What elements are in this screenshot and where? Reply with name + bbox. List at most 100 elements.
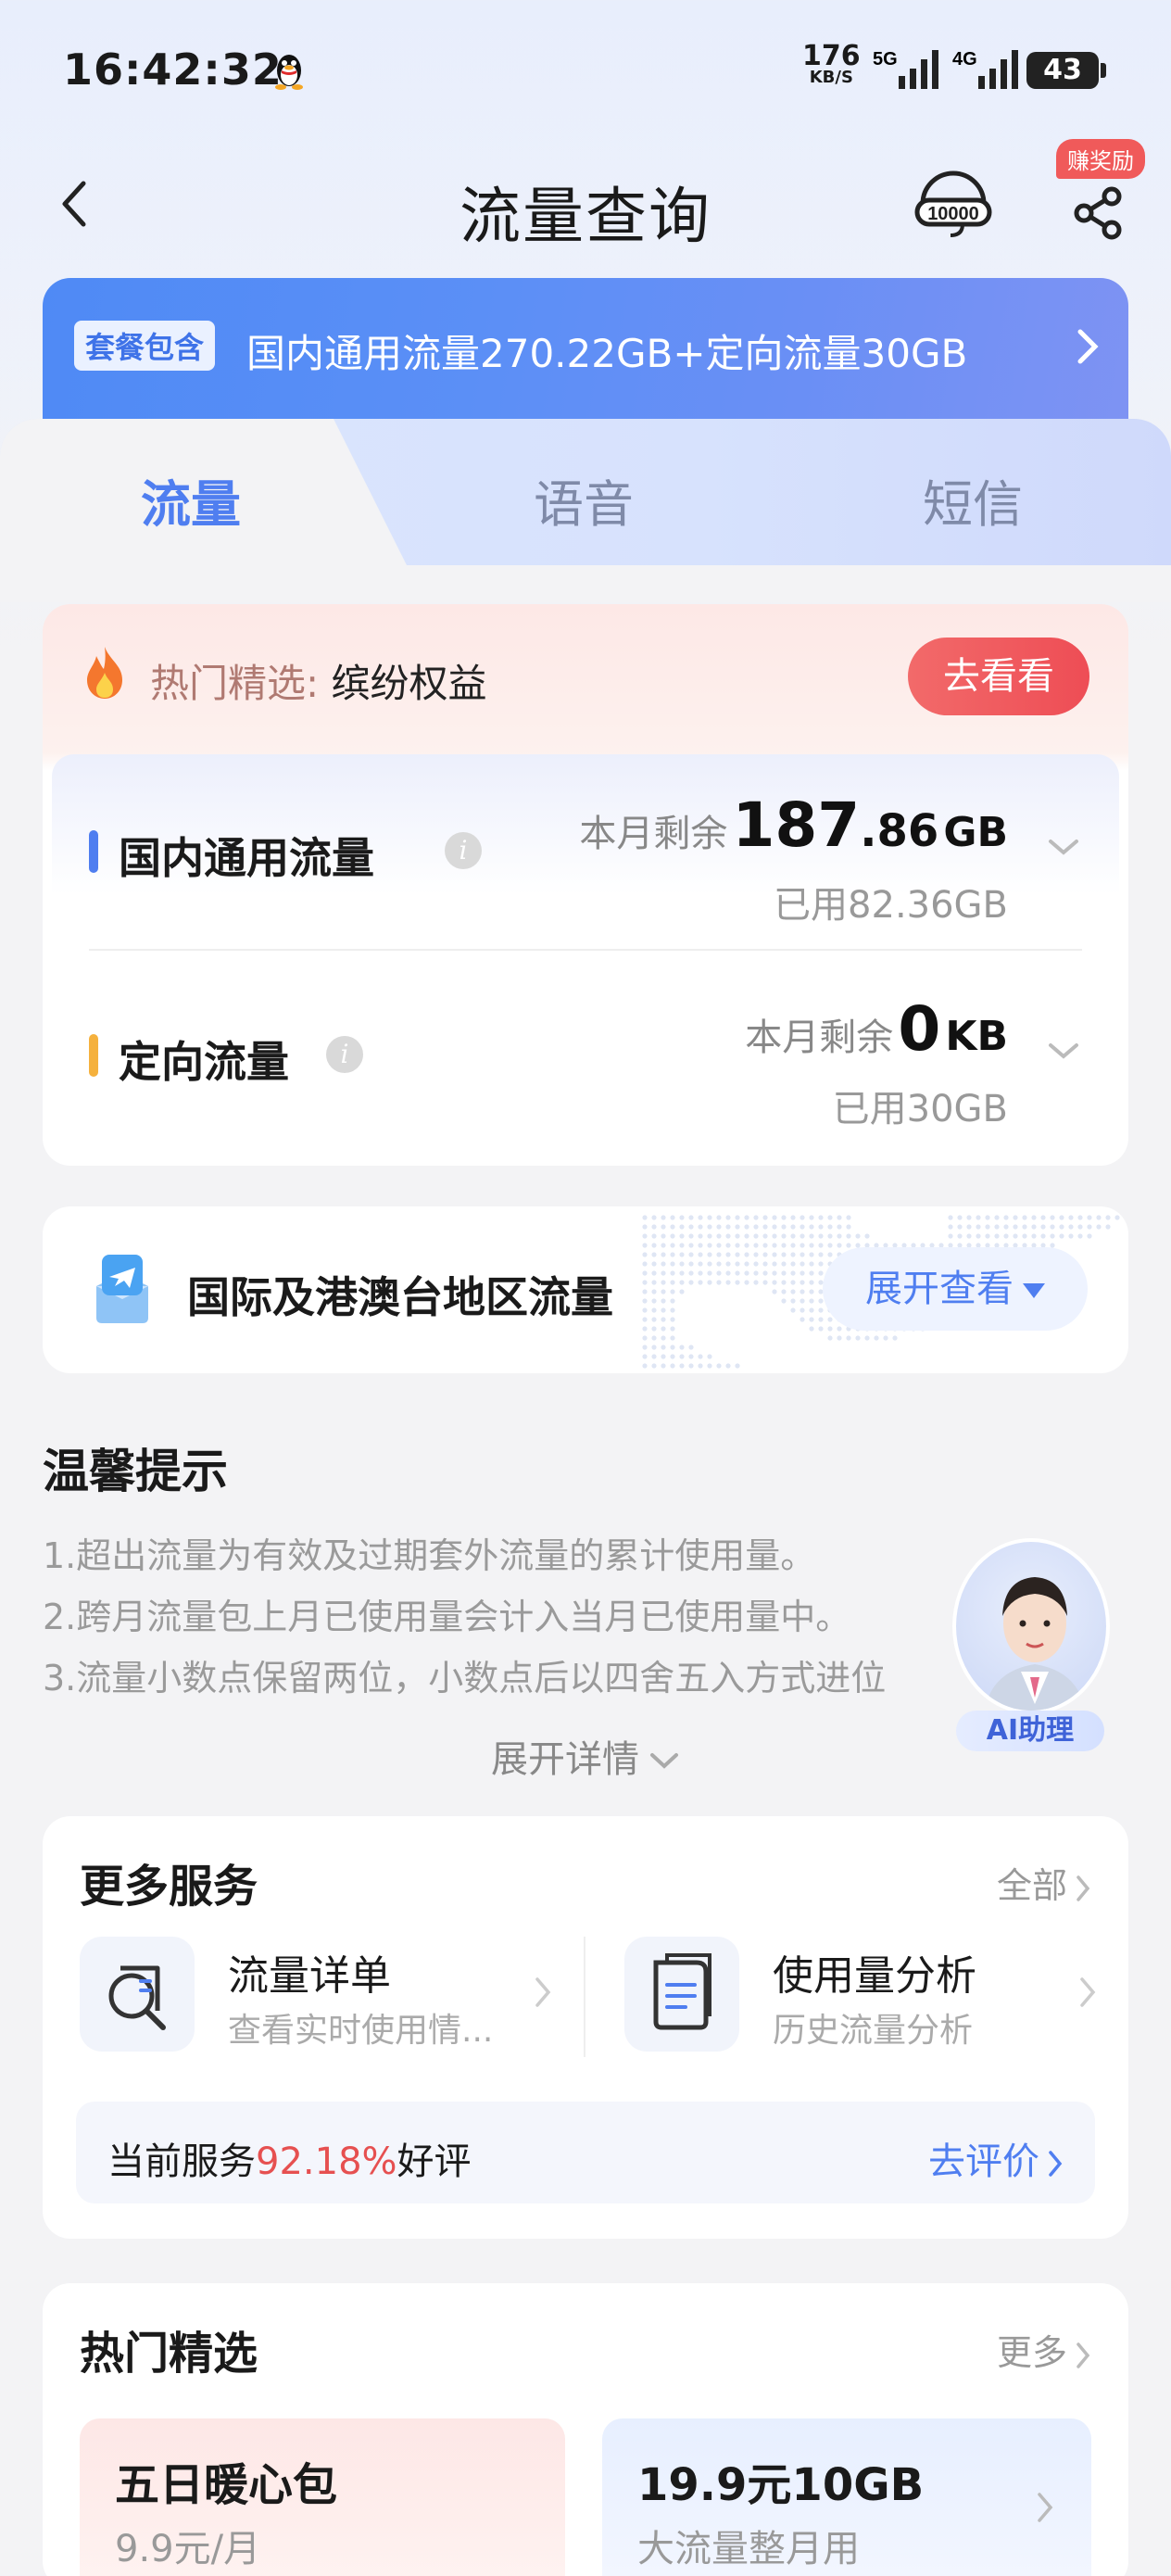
- remaining-label: 本月剩余: [579, 813, 728, 855]
- tab-data[interactable]: 流量: [141, 463, 241, 537]
- chevron-right-icon: [1080, 1977, 1096, 2007]
- chevron-right-icon: [1077, 1875, 1090, 1901]
- service-name: 流量详单: [228, 1952, 391, 2000]
- hot-pick-strip: 热门精选: 缤纷权益 去看看: [43, 604, 1128, 754]
- usage-card: 热门精选: 缤纷权益 去看看 国内通用流量 i 本月剩余 187.86 GB 已…: [43, 604, 1128, 1166]
- hot-picks-card: 热门精选 更多 五日暖心包 9.9元/月 19.9元10GB 大流量整月用: [43, 2283, 1128, 2576]
- status-bar: 16:42:32 176 KB/S 5G 4G 43: [0, 0, 1171, 139]
- airplane-box-icon: [96, 1255, 148, 1323]
- chevron-down-icon[interactable]: [1045, 1038, 1082, 1064]
- divider: [584, 1937, 586, 2057]
- cs-icon-text: 10000: [927, 204, 979, 224]
- expand-view-label: 展开查看: [865, 1268, 1014, 1310]
- service-icon-box: [80, 1937, 195, 2052]
- service-data-detail[interactable]: 流量详单 查看实时使用情...: [80, 1937, 580, 2057]
- hot-pick-prefix: 热门精选:: [150, 661, 320, 706]
- hot-pick-value: 缤纷权益: [331, 661, 487, 706]
- nav-header: 流量查询 10000 赚奖励: [0, 139, 1171, 269]
- remaining-int: 0: [898, 993, 941, 1065]
- remaining-unit: GB: [943, 809, 1008, 856]
- usage-panel: 国内通用流量 i 本月剩余 187.86 GB 已用82.36GB 定向流量 i…: [52, 754, 1119, 1156]
- chevron-down-icon[interactable]: [1045, 834, 1082, 860]
- usage-remaining: 本月剩余 187.86 GB: [579, 789, 1008, 861]
- service-subtitle: 查看实时使用情...: [228, 2012, 494, 2050]
- usage-color-bar: [89, 830, 98, 873]
- ai-assistant-label: AI助理: [956, 1711, 1104, 1751]
- rating-percent: 92.18%: [256, 2140, 397, 2183]
- expand-view-button[interactable]: 展开查看: [823, 1247, 1088, 1331]
- chevron-right-icon: [1049, 2151, 1063, 2177]
- service-icon-box: [624, 1937, 739, 2052]
- speed-unit: KB/S: [809, 68, 853, 87]
- package-badge: 套餐包含: [74, 321, 216, 371]
- pick-item[interactable]: 19.9元10GB 大流量整月用: [602, 2418, 1091, 2576]
- fire-icon: [87, 647, 122, 699]
- caret-down-icon: [1023, 1283, 1045, 1298]
- qq-penguin-icon: [275, 55, 303, 90]
- service-name: 使用量分析: [773, 1952, 976, 2000]
- usage-tabs: 流量 语音 短信: [0, 419, 1171, 567]
- expand-details-label: 展开详情: [491, 1738, 639, 1781]
- signal-4g-icon: 4G: [952, 49, 1018, 89]
- package-banner[interactable]: 套餐包含 国内通用流量270.22GB+定向流量30GB: [43, 278, 1128, 426]
- magnifier-document-icon: [108, 1965, 166, 2030]
- customer-service-headset-icon[interactable]: 10000: [912, 159, 995, 243]
- share-button[interactable]: 赚奖励: [1056, 139, 1158, 259]
- picks-more-link[interactable]: 更多: [997, 2324, 1091, 2375]
- assistant-avatar-icon: [985, 1577, 1085, 1711]
- chevron-down-icon: [650, 1753, 678, 1769]
- international-roaming-card[interactable]: 国际及港澳台地区流量 展开查看: [43, 1206, 1128, 1373]
- net2-label: 4G: [952, 49, 977, 69]
- service-rating-bar: 当前服务92.18%好评 去评价: [76, 2102, 1095, 2203]
- pick-subtitle: 大流量整月用: [637, 2528, 860, 2570]
- tab-sms[interactable]: 短信: [923, 463, 1023, 537]
- chevron-right-icon: [1038, 2493, 1053, 2522]
- reward-badge: 赚奖励: [1056, 139, 1145, 179]
- chevron-right-icon: [535, 1977, 551, 2007]
- go-see-button[interactable]: 去看看: [908, 638, 1089, 715]
- remaining-unit: KB: [945, 1013, 1008, 1060]
- tabs-underlay: [0, 565, 1171, 602]
- net1-label: 5G: [873, 49, 898, 69]
- remaining-dec: .86: [860, 805, 939, 857]
- share-icon: [1074, 186, 1122, 240]
- info-icon[interactable]: i: [445, 832, 482, 869]
- usage-row-general[interactable]: 国内通用流量 i 本月剩余 187.86 GB 已用82.36GB: [52, 754, 1119, 949]
- pick-subtitle: 9.9元/月: [115, 2528, 261, 2570]
- usage-name: 国内通用流量: [119, 833, 374, 883]
- rating-text: 当前服务92.18%好评: [107, 2131, 472, 2185]
- services-title: 更多服务: [80, 1861, 258, 1913]
- rating-suffix: 好评: [397, 2140, 472, 2183]
- services-all-label: 全部: [996, 1865, 1067, 1906]
- pick-item[interactable]: 五日暖心包 9.9元/月: [80, 2418, 565, 2576]
- tips-title: 温馨提示: [43, 1445, 228, 1498]
- network-speed: 176 KB/S: [802, 43, 861, 87]
- usage-color-bar: [89, 1034, 98, 1077]
- international-title: 国际及港澳台地区流量: [187, 1272, 613, 1322]
- ai-avatar: [952, 1538, 1110, 1714]
- status-time: 16:42:32: [63, 44, 283, 95]
- usage-row-directed[interactable]: 定向流量 i 本月剩余 0 KB 已用30GB: [52, 960, 1119, 1155]
- document-list-icon: [653, 1953, 711, 2030]
- pick-title: 19.9元10GB: [637, 2459, 925, 2511]
- package-summary: 国内通用流量270.22GB+定向流量30GB: [246, 331, 968, 376]
- divider: [89, 949, 1082, 951]
- rate-link[interactable]: 去评价: [928, 2131, 1064, 2185]
- usage-used: 已用30GB: [832, 1088, 1008, 1130]
- services-all-link[interactable]: 全部: [997, 1857, 1091, 1908]
- usage-name: 定向流量: [119, 1037, 289, 1087]
- remaining-label: 本月剩余: [745, 1017, 894, 1059]
- signal-5g-icon: 5G: [873, 49, 938, 89]
- tab-voice[interactable]: 语音: [534, 463, 634, 537]
- picks-more-label: 更多: [996, 2332, 1067, 2373]
- chevron-right-icon: [1077, 329, 1099, 364]
- rate-link-label: 去评价: [928, 2140, 1039, 2183]
- tip-line: 1.超出流量为有效及过期套外流量的累计使用量。: [43, 1535, 816, 1576]
- service-usage-analysis[interactable]: 使用量分析 历史流量分析: [624, 1937, 1125, 2057]
- more-services-card: 更多服务 全部 流量详单 查看实时使用情... 使用量分析 历史流量分析 当前服…: [43, 1816, 1128, 2239]
- ai-assistant-button[interactable]: AI助理: [943, 1538, 1115, 1753]
- usage-remaining: 本月剩余 0 KB: [745, 993, 1008, 1065]
- rating-prefix: 当前服务: [107, 2140, 256, 2183]
- battery-icon: 43: [1026, 52, 1106, 89]
- info-icon[interactable]: i: [326, 1036, 363, 1073]
